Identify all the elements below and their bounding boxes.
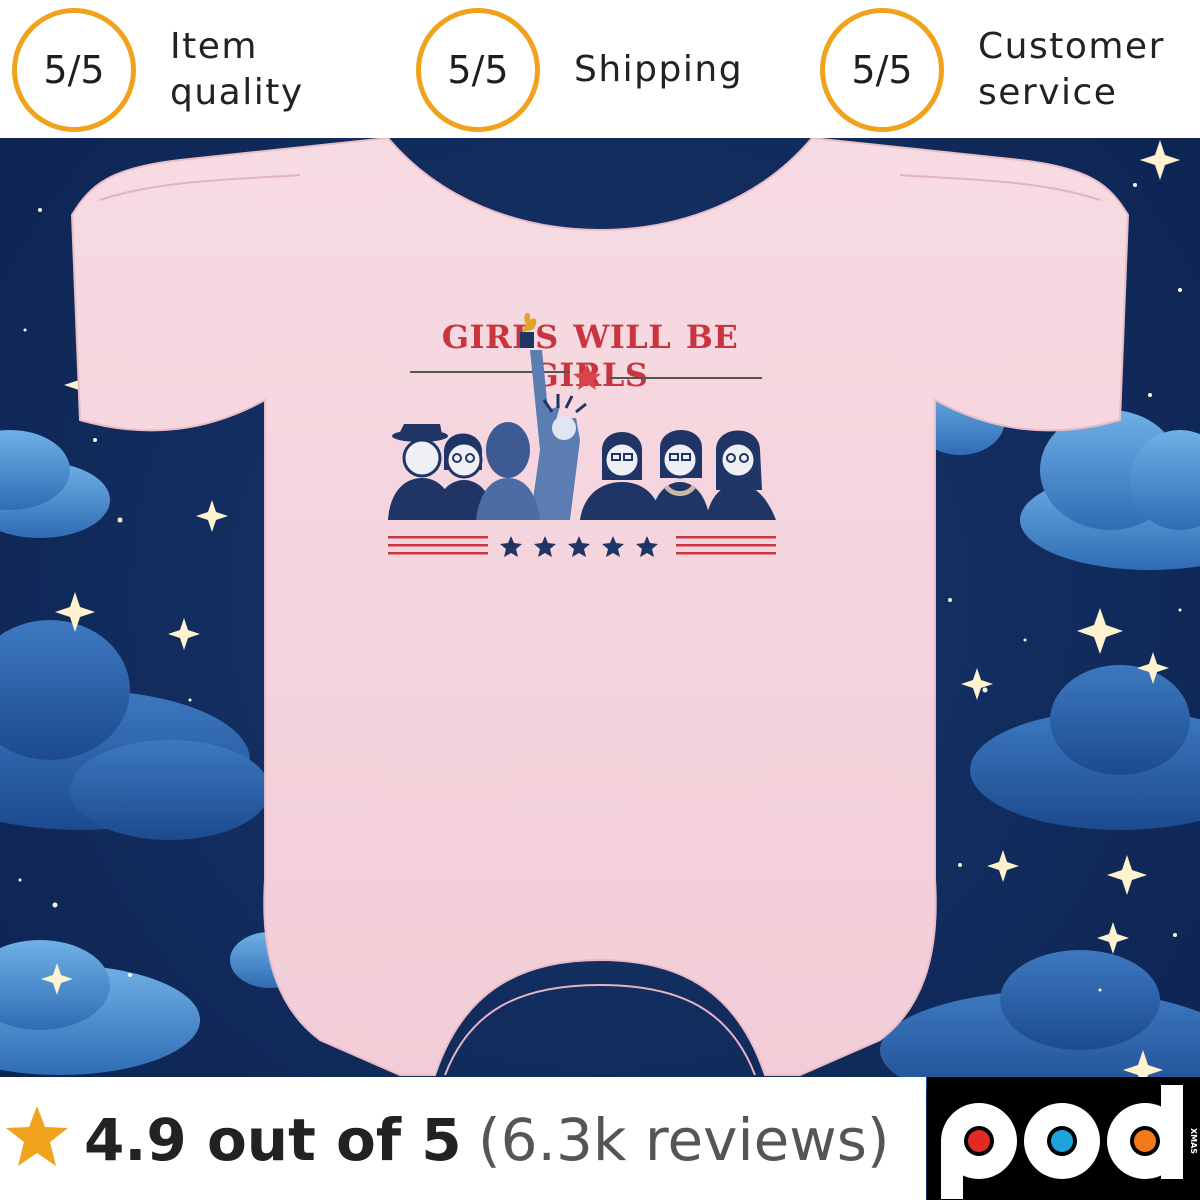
torch-icon: [522, 312, 537, 332]
rating-item-customer-service: 5/5 Customer service: [800, 0, 1200, 138]
rating-item-quality: 5/5 Item quality: [0, 0, 400, 138]
rating-item-shipping: 5/5 Shipping: [400, 0, 800, 138]
navy-star-icon: [636, 536, 658, 557]
navy-stars: [500, 536, 658, 557]
rating-label-line1: Item: [170, 26, 258, 67]
print-design: GIRLS WILL BE GIRLS: [380, 310, 800, 570]
ratings-strip: 5/5 Item quality 5/5 Shipping 5/5 Custom…: [0, 0, 1200, 138]
review-count-link[interactable]: (6.3k reviews): [478, 1100, 890, 1180]
pod-logo: XMAS: [927, 1077, 1200, 1200]
navy-star-icon: [568, 536, 590, 557]
design-illustration: [388, 312, 776, 557]
rating-label-line2: service: [978, 72, 1118, 113]
logo-letter-o: [1024, 1103, 1100, 1179]
navy-star-icon: [534, 536, 556, 557]
red-star-icon: [573, 364, 601, 390]
rating-label: Customer service: [978, 24, 1165, 116]
rating-label-line2: quality: [170, 72, 304, 113]
stripes-right: [676, 536, 776, 555]
star-icon: [6, 1106, 68, 1166]
rating-badge: 5/5: [416, 8, 540, 132]
logo-subtext: XMAS: [1189, 1128, 1198, 1154]
rating-badge: 5/5: [12, 8, 136, 132]
rating-badge: 5/5: [820, 8, 944, 132]
rating-label-line1: Shipping: [574, 49, 744, 90]
navy-star-icon: [602, 536, 624, 557]
rating-label: Shipping: [574, 47, 743, 93]
portrait-figures: [388, 422, 776, 520]
navy-star-icon: [500, 536, 522, 557]
rating-label: Item quality: [170, 24, 304, 116]
rating-label-line1: Customer: [978, 26, 1165, 67]
stripes-left: [388, 536, 488, 555]
review-score: 4.9 out of 5: [84, 1106, 462, 1174]
baby-onesie: [70, 136, 1130, 1076]
